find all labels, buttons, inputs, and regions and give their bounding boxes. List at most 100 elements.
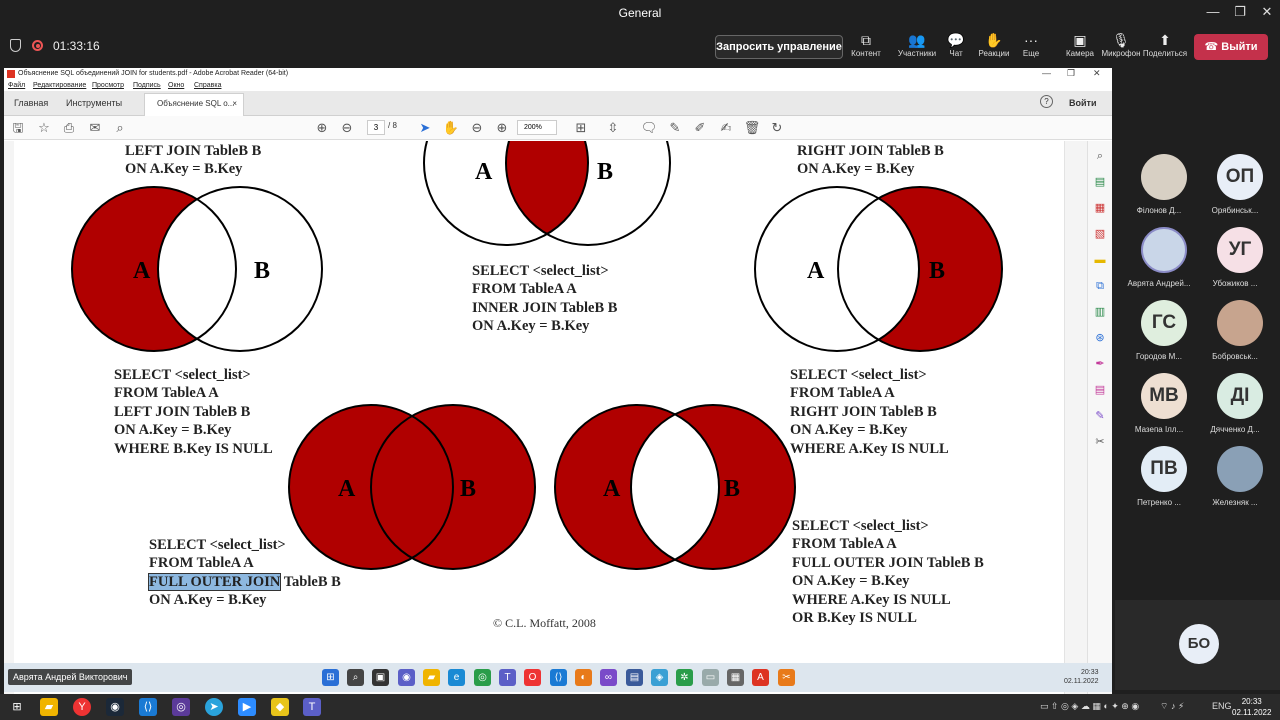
login-button[interactable]: Войти [1069, 98, 1096, 108]
menu-view[interactable]: Просмотр [92, 82, 124, 89]
acrobat-close-button[interactable]: ✕ [1093, 68, 1101, 79]
ssms-icon[interactable]: ▤ [626, 669, 643, 686]
zoom-in-icon[interactable]: ⊕ [493, 119, 511, 137]
more-button[interactable]: ··· Еще [1003, 31, 1059, 58]
participant-tile[interactable]: Железняк ... [1195, 446, 1275, 516]
content-button[interactable]: ⧉ Контент [838, 31, 894, 58]
opera-icon[interactable]: O [524, 669, 541, 686]
zoom-icon[interactable]: ▶ [238, 698, 256, 716]
prev-page-icon[interactable]: ⊕ [313, 119, 331, 137]
share-button[interactable]: ⬆ Поделиться [1137, 31, 1193, 58]
leave-button[interactable]: ☎ Выйти [1194, 34, 1268, 60]
explorer-icon[interactable]: ▰ [423, 669, 440, 686]
menu-help[interactable]: Справка [194, 82, 221, 89]
windows-start-icon[interactable]: ⊞ [322, 669, 339, 686]
teams-taskbar-icon[interactable]: T [499, 669, 516, 686]
vertical-scrollbar[interactable] [1064, 141, 1087, 694]
vscode-icon[interactable]: ⟨⟩ [139, 698, 157, 716]
next-page-icon[interactable]: ⊖ [338, 119, 356, 137]
tab-home[interactable]: Главная [14, 98, 48, 108]
vscode-icon[interactable]: ⟨⟩ [550, 669, 567, 686]
star-icon[interactable]: ☆ [35, 119, 53, 137]
create-pdf-icon[interactable]: ▦ [1093, 201, 1107, 215]
protect-icon[interactable]: ✎ [1093, 409, 1107, 423]
acrobat-maximize-button[interactable]: ❐ [1067, 68, 1075, 79]
request-sign-icon[interactable]: ▤ [1093, 383, 1107, 397]
tray-icons[interactable]: ▭ ⇧ ◎ ◈ ☁ ▦ ◐ ✦ ⊕ ◉ [1040, 701, 1139, 712]
app-icon[interactable]: ◆ [271, 698, 289, 716]
edge-icon[interactable]: e [448, 669, 465, 686]
zoom-tool-icon[interactable]: ⌕ [1093, 149, 1107, 163]
highlight-pen-icon[interactable]: ✎ [666, 119, 684, 137]
explorer-icon[interactable]: ▰ [40, 698, 58, 716]
search-taskbar-icon[interactable]: ⌕ [347, 669, 364, 686]
hand-icon[interactable]: ✋ [442, 119, 460, 137]
page-number-input[interactable]: 3 [367, 120, 385, 135]
language-indicator[interactable]: ENG [1212, 701, 1232, 711]
fill-sign-tool-icon[interactable]: ✒ [1093, 357, 1107, 371]
delete-icon[interactable]: 🗑 [743, 119, 761, 137]
comment-icon[interactable]: 🗨 [640, 119, 658, 137]
snipping-icon[interactable]: ✂ [778, 669, 795, 686]
menu-sign[interactable]: Подпись [133, 82, 161, 89]
clock[interactable]: 20:33 02.11.2022 [1232, 696, 1271, 718]
slack-icon[interactable]: ✲ [676, 669, 693, 686]
select-cursor-icon[interactable]: ➤ [416, 119, 434, 137]
close-tab-icon[interactable]: × [232, 99, 237, 108]
combine-files-icon[interactable]: ⧉ [1093, 279, 1107, 293]
participant-tile[interactable]: ОП Орябинськ... [1195, 154, 1275, 224]
self-view-tile[interactable]: БО [1115, 600, 1280, 690]
menu-window[interactable]: Окно [168, 82, 184, 89]
maximize-button[interactable]: ❐ [1225, 4, 1255, 20]
participant-tile[interactable]: Філонов Д... [1119, 154, 1199, 224]
chat-taskbar-icon[interactable]: ◉ [398, 669, 415, 686]
tab-document[interactable]: Объяснение SQL о... × [144, 93, 244, 116]
network-icon[interactable]: ⌔ ♪ ⚡ [1160, 701, 1184, 712]
organize-pages-icon[interactable]: ▥ [1093, 305, 1107, 319]
participant-tile[interactable]: ДІ Дячченко Д... [1195, 373, 1275, 443]
help-icon[interactable]: ? [1040, 95, 1053, 108]
print-icon[interactable]: ⎙ [60, 119, 78, 137]
tab-tools[interactable]: Инструменты [66, 98, 122, 108]
acrobat-taskbar-icon[interactable]: A [752, 669, 769, 686]
draw-icon[interactable]: ✐ [691, 119, 709, 137]
app-icon[interactable]: ◈ [651, 669, 668, 686]
export-pdf-icon[interactable]: ▤ [1093, 175, 1107, 189]
rotate-icon[interactable]: ↻ [768, 119, 786, 137]
text-selection-highlight[interactable]: FULL OUTER JOIN [147, 572, 282, 591]
participant-tile[interactable]: УГ Убожиков ... [1195, 227, 1275, 297]
participant-tile[interactable]: ПВ Петренко ... [1119, 446, 1199, 516]
participant-tile[interactable]: ГС Городов М... [1119, 300, 1199, 370]
telegram-icon[interactable]: ➤ [205, 698, 223, 716]
chrome-icon[interactable]: ◎ [474, 669, 491, 686]
search-icon[interactable]: ⌕ [111, 119, 129, 137]
request-control-button[interactable]: Запросить управление [715, 35, 843, 59]
app-icon-3[interactable]: ▦ [727, 669, 744, 686]
edit-pdf-icon[interactable]: ▧ [1093, 227, 1107, 241]
firefox-icon[interactable]: ◐ [575, 669, 592, 686]
mail-icon[interactable]: ✉ [86, 119, 104, 137]
acrobat-minimize-button[interactable]: — [1042, 68, 1051, 78]
participant-tile[interactable]: Бобровськ... [1195, 300, 1275, 370]
fit-page-icon[interactable]: ⊞ [572, 119, 590, 137]
menu-file[interactable]: Файл [8, 82, 25, 89]
close-window-button[interactable]: ✕ [1252, 4, 1280, 20]
visual-studio-icon[interactable]: ∞ [600, 669, 617, 686]
teams-taskbar-icon[interactable]: T [303, 698, 321, 716]
task-view-icon[interactable]: ▣ [372, 669, 389, 686]
app-icon-2[interactable]: ▭ [702, 669, 719, 686]
participant-tile[interactable]: Аврята Андрей... [1119, 227, 1199, 297]
more-tools-icon[interactable]: ✂ [1093, 435, 1107, 449]
scroll-mode-icon[interactable]: ⇳ [604, 119, 622, 137]
github-icon[interactable]: ◎ [172, 698, 190, 716]
participant-tile[interactable]: МВ Мазепа Ілл... [1119, 373, 1199, 443]
compress-icon[interactable]: ⊛ [1093, 331, 1107, 345]
save-icon[interactable]: 🖫 [9, 119, 27, 137]
steam-icon[interactable]: ◉ [106, 698, 124, 716]
fill-sign-icon[interactable]: ✍ [717, 119, 735, 137]
windows-start-icon[interactable]: ⊞ [8, 698, 26, 716]
comment-tool-icon[interactable]: ▬ [1093, 253, 1107, 267]
minimize-button[interactable]: — [1198, 4, 1228, 19]
yandex-icon[interactable]: Y [73, 698, 91, 716]
menu-edit[interactable]: Редактирование [33, 82, 86, 89]
